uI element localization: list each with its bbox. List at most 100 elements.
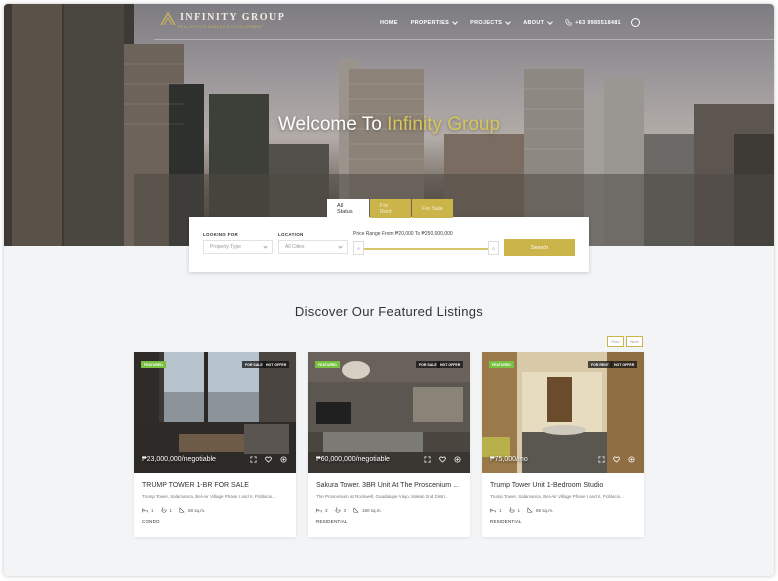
heart-icon[interactable] (612, 455, 620, 463)
listing-card[interactable]: FEATURED FOR RENT HOT OFFER ₱75,000/mo T… (482, 352, 644, 537)
beds-value: 1 (151, 507, 154, 513)
carousel-pager: Prev Next (605, 336, 643, 347)
bath-icon (334, 507, 341, 513)
badge-hot-offer: HOT OFFER (437, 361, 464, 368)
browser-frame: INFINITY GROUP REAL ESTATE AGENCY & DEVE… (4, 4, 774, 576)
listing-price: ₱75,000/mo (490, 456, 528, 463)
beds-value: 1 (499, 507, 502, 513)
prev-button[interactable]: Prev (607, 336, 624, 347)
listing-actions (242, 455, 287, 463)
listing-price: ₱23,000,000/negotiable (142, 456, 216, 463)
listing-actions (416, 455, 461, 463)
listing-specs: 3 3 160 sq.m. (316, 507, 389, 513)
listing-specs: 1 1 58 sq.m. (142, 507, 212, 513)
brand-logo[interactable]: INFINITY GROUP REAL ESTATE AGENCY & DEVE… (160, 12, 285, 29)
search-button[interactable]: Search (504, 239, 575, 256)
phone-link[interactable]: +63 9985518481 (565, 19, 621, 26)
location-label: LOCATION (278, 232, 304, 237)
beds-spec: 1 (490, 508, 502, 513)
location-select[interactable]: All Cities (278, 240, 348, 254)
expand-icon[interactable] (597, 455, 605, 463)
listing-image[interactable]: FEATURED FOR SALE HOT OFFER ₱60,000,000/… (308, 352, 470, 473)
next-button[interactable]: Next (626, 336, 643, 347)
compare-icon[interactable] (627, 455, 635, 463)
listing-type: CONDO (142, 519, 160, 524)
baths-spec: 1 (508, 507, 521, 513)
listing-title[interactable]: Sakura Tower. 3BR Unit At The Proscenium… (316, 482, 459, 489)
listing-specs: 1 1 65 sq.m. (490, 507, 560, 513)
listing-title[interactable]: Trump Tower Unit 1-Bedroom Studio (490, 482, 603, 489)
bed-icon (142, 508, 148, 512)
baths-value: 1 (169, 507, 173, 513)
nav-properties[interactable]: PROPERTIES (411, 18, 458, 26)
badge-hot-offer: HOT OFFER (611, 361, 638, 368)
globe-icon[interactable] (630, 18, 640, 27)
featured-title: Discover Our Featured Listings (294, 304, 484, 319)
chevron-down-icon (338, 244, 343, 249)
expand-icon[interactable] (423, 455, 431, 463)
area-icon (527, 507, 533, 513)
brand-tagline: REAL ESTATE AGENCY & DEVELOPMENT (178, 25, 264, 29)
phone-icon (565, 19, 572, 26)
nav-home[interactable]: HOME (380, 20, 398, 26)
logo-mark-icon (160, 12, 176, 26)
tab-for-sale[interactable]: For Sale (412, 199, 453, 218)
nav-projects[interactable]: PROJECTS (470, 18, 512, 26)
expand-icon[interactable] (249, 455, 257, 463)
chevron-down-icon (505, 18, 512, 25)
hero-title: Welcome To Infinity Group (4, 114, 774, 136)
location-placeholder: All Cities (285, 244, 305, 250)
price-range-slider[interactable] (361, 248, 493, 250)
listing-card[interactable]: FEATURED FOR SALE HOT OFFER ₱23,000,000/… (134, 352, 296, 537)
chevron-down-icon (263, 244, 268, 249)
baths-value: 3 (343, 507, 347, 513)
baths-spec: 1 (160, 507, 173, 513)
beds-spec: 3 (316, 508, 328, 513)
listing-actions (590, 455, 635, 463)
main-nav: HOME PROPERTIES PROJECTS ABOUT +63 99855… (380, 18, 640, 27)
property-type-select[interactable]: Property Type (203, 240, 273, 254)
baths-value: 1 (517, 507, 521, 513)
phone-number: +63 9985518481 (575, 19, 621, 26)
beds-value: 3 (325, 507, 328, 513)
price-range-label: Price Range From ₱20,000 To ₱250,000,000 (353, 231, 453, 237)
compare-icon[interactable] (453, 455, 461, 463)
listing-address: Trump Tower, Salamanca, Bel-Air Village … (142, 494, 276, 499)
badge-featured: FEATURED (315, 361, 340, 368)
bed-icon (490, 508, 496, 512)
compare-icon[interactable] (279, 455, 287, 463)
nav-projects-label: PROJECTS (470, 19, 503, 26)
price-min-handle[interactable]: 0 (353, 241, 364, 255)
area-spec: 65 sq.m. (527, 507, 553, 513)
nav-divider (154, 39, 774, 40)
listing-price: ₱60,000,000/negotiable (316, 456, 390, 463)
area-value: 160 sq.m. (362, 507, 382, 513)
listing-address: The Proscenium at Rockwell, Guadalupe Vi… (316, 494, 449, 499)
price-max-handle[interactable]: 0 (488, 241, 499, 255)
looking-for-label: LOOKING FOR (203, 232, 239, 237)
listing-image[interactable]: FEATURED FOR RENT HOT OFFER ₱75,000/mo (482, 352, 644, 473)
search-panel: LOOKING FOR Property Type LOCATION All C… (189, 217, 589, 272)
area-value: 65 sq.m. (536, 507, 554, 513)
nav-about[interactable]: ABOUT (523, 18, 554, 26)
area-value: 58 sq.m. (188, 507, 206, 513)
area-icon (179, 507, 185, 513)
tab-all-status[interactable]: All Status (327, 199, 369, 218)
badge-featured: FEATURED (141, 361, 166, 368)
chevron-down-icon (547, 18, 554, 25)
listing-card[interactable]: FEATURED FOR SALE HOT OFFER ₱60,000,000/… (308, 352, 470, 537)
tab-for-rent[interactable]: For Rent (370, 199, 411, 218)
chevron-down-icon (452, 18, 458, 25)
beds-spec: 1 (142, 508, 154, 513)
listing-type: RESIDENTIAL (490, 519, 522, 524)
bed-icon (316, 508, 322, 512)
area-spec: 58 sq.m. (179, 507, 205, 513)
badge-hot-offer: HOT OFFER (263, 361, 290, 368)
heart-icon[interactable] (438, 455, 446, 463)
heart-icon[interactable] (264, 455, 272, 463)
bath-icon (508, 507, 515, 513)
listing-title[interactable]: TRUMP TOWER 1-BR FOR SALE (142, 482, 249, 489)
bath-icon (160, 507, 167, 513)
listing-address: Trump Tower, Salamanca, Bel-Air Village … (490, 494, 624, 499)
listing-image[interactable]: FEATURED FOR SALE HOT OFFER ₱23,000,000/… (134, 352, 296, 473)
